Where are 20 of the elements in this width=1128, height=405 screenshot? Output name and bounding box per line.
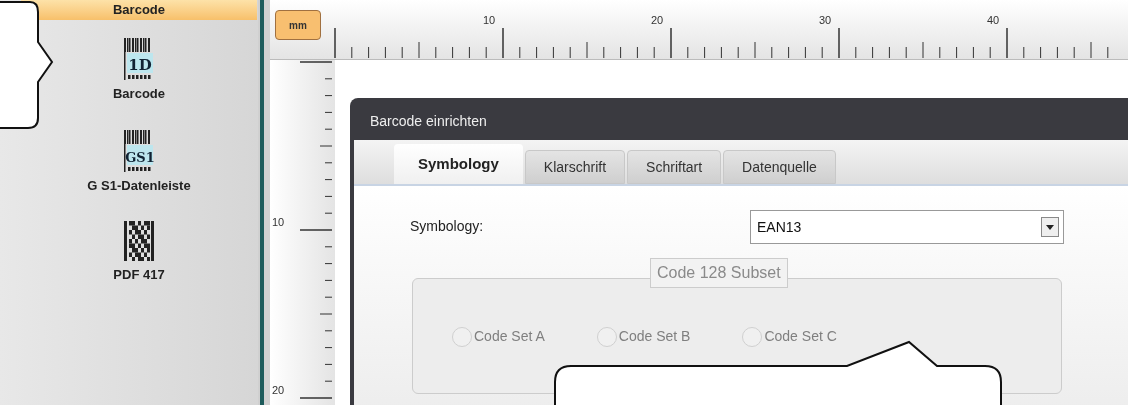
dialog-title: Barcode einrichten <box>369 112 488 131</box>
symbology-dropdown[interactable]: EAN13 <box>750 210 1064 244</box>
ruler-label: 40 <box>987 13 1000 28</box>
sidebar-item-label[interactable]: G S1-Datenleiste <box>87 175 191 195</box>
tab[interactable]: Symbology <box>394 144 523 184</box>
ruler-label: 20 <box>651 13 664 28</box>
tab[interactable]: Klarschrift <box>524 150 626 184</box>
ruler-label: 10 <box>483 13 496 28</box>
unit-button[interactable]: mm <box>275 10 321 40</box>
symbology-label: Symbology: <box>410 217 484 236</box>
group-legend: Code 128 Subset <box>650 258 788 288</box>
stacked-barcode-icon[interactable] <box>124 221 154 261</box>
sidebar-item-label[interactable]: Barcode <box>112 84 165 104</box>
tab[interactable]: Schriftart <box>627 150 722 184</box>
ruler-label: 10 <box>272 215 285 230</box>
sidebar-header: Barcode <box>21 0 257 20</box>
sidebar-item-label[interactable]: PDF 417 <box>113 265 165 285</box>
tab[interactable]: Datenquelle <box>723 150 836 184</box>
ruler-label: 30 <box>819 13 832 28</box>
ruler-label: 20 <box>272 383 285 398</box>
